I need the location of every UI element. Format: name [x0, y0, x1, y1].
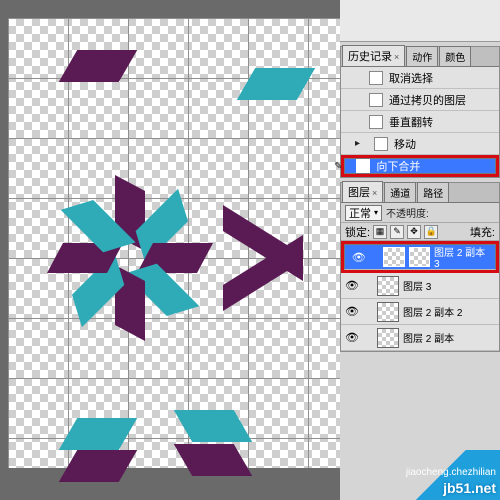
layer-mask-thumb[interactable]: [409, 247, 430, 267]
highlight-box: ✎向下合并: [341, 155, 499, 177]
layer-thumb[interactable]: [377, 302, 399, 322]
close-icon[interactable]: ×: [394, 52, 399, 62]
history-step-icon: [374, 137, 388, 151]
history-item[interactable]: 通过拷贝的图层: [341, 89, 499, 111]
blend-opacity-bar: 正常▾ 不透明度:: [341, 203, 499, 223]
history-step-icon: [369, 71, 383, 85]
star-shape: [40, 168, 220, 348]
lock-pixels-icon[interactable]: ✎: [390, 225, 404, 239]
layer-thumb[interactable]: [377, 276, 399, 296]
workspace: [0, 0, 340, 500]
layer-row-selected[interactable]: 👁 图层 2 副本 3: [344, 244, 496, 270]
watermark: jb51.net: [443, 480, 496, 496]
corner-shard: [68, 50, 128, 82]
panel-blank: [340, 0, 500, 42]
tab-actions[interactable]: 动作: [406, 46, 438, 66]
visibility-icon[interactable]: 👁: [341, 279, 363, 292]
history-item[interactable]: ▸移动: [341, 133, 499, 155]
visibility-icon[interactable]: 👁: [348, 251, 369, 264]
blend-mode-select[interactable]: 正常▾: [345, 205, 382, 221]
layer-row[interactable]: 👁 图层 3: [341, 273, 499, 299]
history-panel: 历史记录× 动作 颜色 取消选择 通过拷贝的图层 垂直翻转 ▸移动 ✎向下合并: [340, 46, 500, 178]
brush-icon: ✎: [334, 161, 342, 172]
document-canvas[interactable]: [8, 18, 340, 468]
history-step-icon: [369, 115, 383, 129]
chevron-down-icon: ▾: [374, 208, 378, 217]
opacity-label: 不透明度:: [386, 205, 429, 220]
corner-shard: [183, 444, 243, 476]
pointer-icon: ▸: [355, 138, 360, 149]
layer-thumb[interactable]: [377, 328, 399, 348]
highlight-box: 👁 图层 2 副本 3: [341, 241, 499, 273]
layer-row[interactable]: 👁 图层 2 副本 2: [341, 299, 499, 325]
layers-tabs: 图层× 通道 路径: [341, 183, 499, 203]
fill-label: 填充:: [470, 224, 495, 240]
visibility-icon[interactable]: 👁: [341, 305, 363, 318]
history-item-selected[interactable]: ✎向下合并: [344, 158, 496, 174]
corner-shard: [246, 68, 306, 100]
layer-row[interactable]: 👁 图层 2 副本: [341, 325, 499, 351]
close-icon[interactable]: ×: [372, 188, 377, 198]
tab-color[interactable]: 颜色: [439, 46, 471, 66]
history-item[interactable]: 取消选择: [341, 67, 499, 89]
lock-all-icon[interactable]: 🔒: [424, 225, 438, 239]
tab-layers[interactable]: 图层×: [342, 181, 383, 202]
tab-channels[interactable]: 通道: [384, 182, 416, 202]
history-item[interactable]: 垂直翻转: [341, 111, 499, 133]
tab-paths[interactable]: 路径: [417, 182, 449, 202]
lock-transparency-icon[interactable]: ▦: [373, 225, 387, 239]
tab-history[interactable]: 历史记录×: [342, 45, 405, 66]
history-tabs: 历史记录× 动作 颜色: [341, 47, 499, 67]
layer-thumb[interactable]: [383, 247, 404, 267]
visibility-icon[interactable]: 👁: [341, 331, 363, 344]
corner-shard: [68, 450, 128, 482]
chevron-shape: [223, 218, 303, 298]
corner-shard: [68, 418, 128, 450]
history-step-icon: [356, 159, 370, 173]
corner-shard: [183, 410, 243, 442]
layers-panel: 图层× 通道 路径 正常▾ 不透明度: 锁定: ▦ ✎ ✥ 🔒 填充: 👁 图层…: [340, 182, 500, 352]
watermark-sub: jiaocheng.chezhilian: [406, 467, 496, 478]
lock-fill-bar: 锁定: ▦ ✎ ✥ 🔒 填充:: [341, 223, 499, 241]
history-step-icon: [369, 93, 383, 107]
lock-position-icon[interactable]: ✥: [407, 225, 421, 239]
panels-sidebar: 历史记录× 动作 颜色 取消选择 通过拷贝的图层 垂直翻转 ▸移动 ✎向下合并 …: [340, 0, 500, 500]
lock-label: 锁定:: [345, 224, 370, 240]
